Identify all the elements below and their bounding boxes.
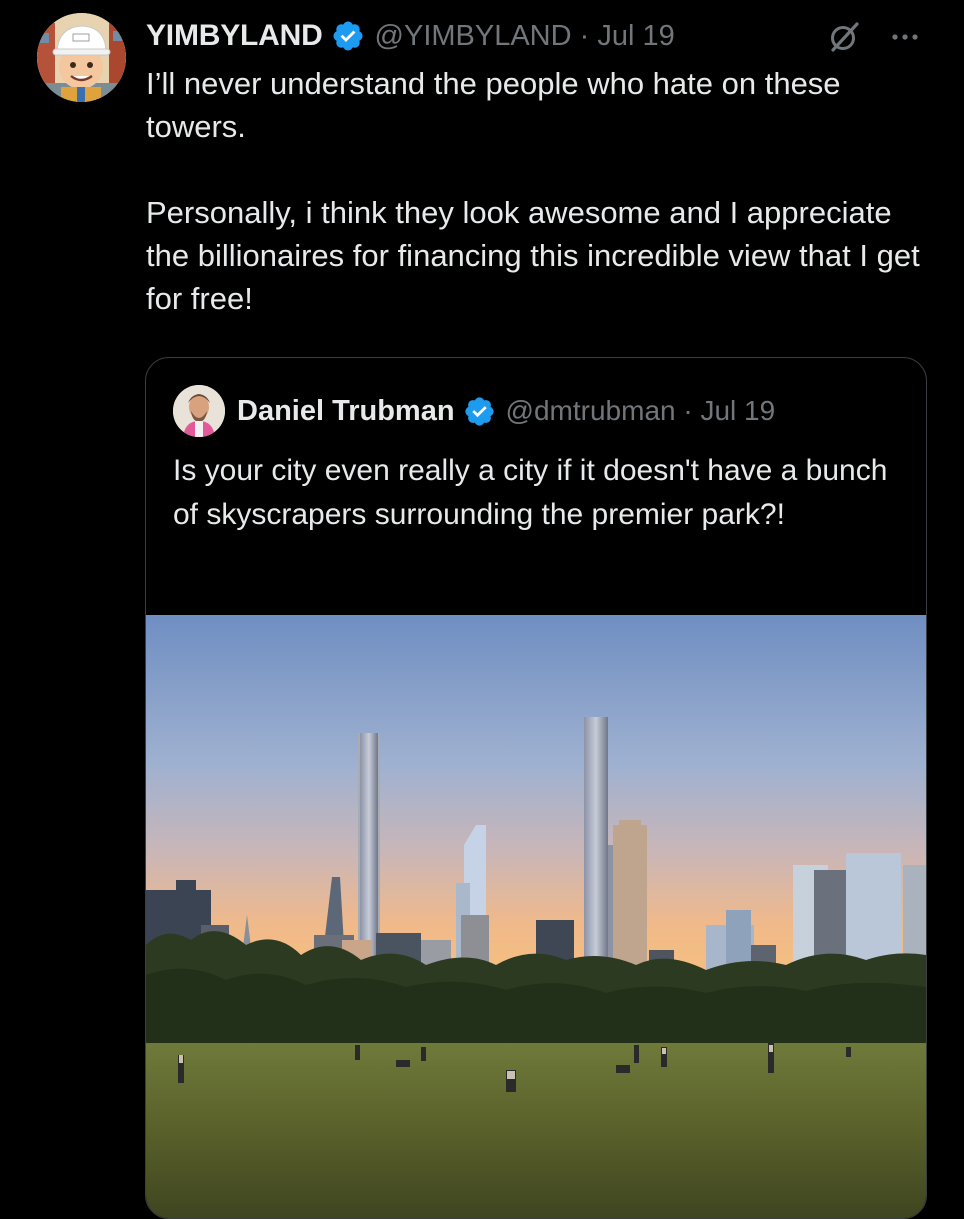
quoted-tweet-photo[interactable] — [146, 615, 926, 1218]
author-name[interactable]: YIMBYLAND — [146, 19, 323, 53]
tweet-header: YIMBYLAND @YIMBYLAND · Jul 19 — [146, 14, 675, 58]
author-handle-date[interactable]: @YIMBYLAND · Jul 19 — [375, 20, 675, 53]
verified-badge-icon — [331, 19, 365, 53]
quoted-tweet-card[interactable]: Daniel Trubman @dmtrubman · Jul 19 Is yo… — [145, 357, 927, 1219]
author-avatar[interactable] — [37, 13, 126, 102]
quoted-tweet-header: Daniel Trubman @dmtrubman · Jul 19 — [237, 390, 775, 432]
quoted-tweet-text: Is your city even really a city if it do… — [173, 454, 888, 531]
person-avatar-icon — [173, 385, 225, 437]
tweet-text: I’ll never understand the people who hat… — [146, 66, 920, 316]
grok-icon[interactable] — [827, 20, 861, 54]
quoted-author-name[interactable]: Daniel Trubman — [237, 395, 455, 428]
verified-badge-icon — [463, 395, 496, 428]
skyline-park-photo — [146, 615, 926, 1218]
cartoon-builder-avatar-icon — [37, 13, 126, 102]
quoted-author-avatar[interactable] — [173, 385, 225, 437]
more-options-icon[interactable] — [888, 24, 922, 50]
quoted-author-handle-date[interactable]: @dmtrubman · Jul 19 — [506, 395, 776, 427]
